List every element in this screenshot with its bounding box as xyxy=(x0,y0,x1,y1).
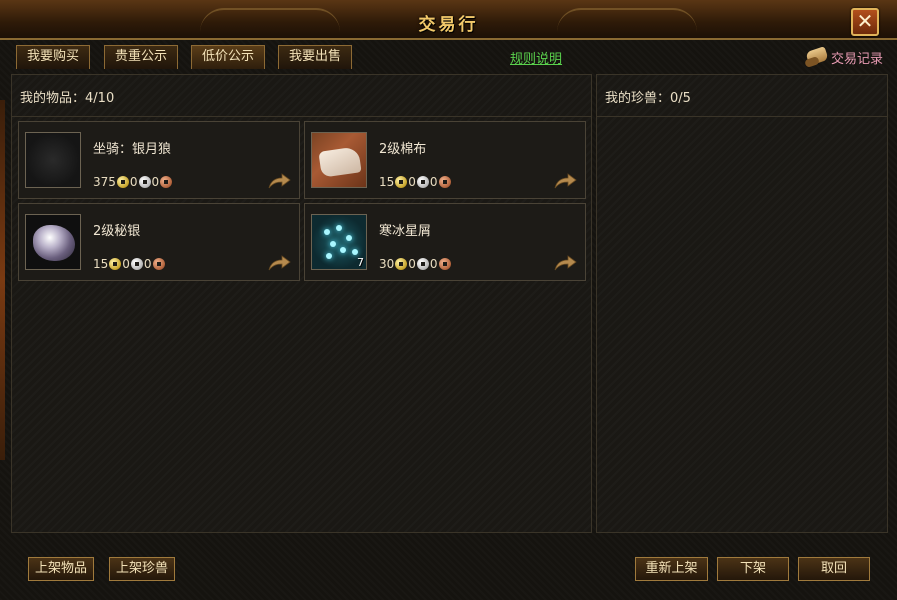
gold-coin-icon xyxy=(116,176,129,188)
copper-coin-icon xyxy=(438,176,451,188)
tab-low-price-notice[interactable]: 低价公示 xyxy=(191,45,266,69)
item-name: 寒冰星屑 xyxy=(379,224,432,239)
tab-sell[interactable]: 我要出售 xyxy=(278,45,353,69)
item-name: 2级秘银 xyxy=(93,224,141,239)
tab-valuable-notice[interactable]: 贵重公示 xyxy=(104,45,179,69)
my-items-panel: 我的物品：4/10 坐骑：银月狼 375 0 0 2级棉布 15 0 0 2级秘… xyxy=(11,74,592,533)
price-silver: 0 xyxy=(408,257,416,271)
price-copper: 0 xyxy=(429,257,438,271)
share-arrow-icon[interactable] xyxy=(553,254,577,272)
silver-coin-icon xyxy=(130,258,143,270)
my-items-header: 我的物品：4/10 xyxy=(12,75,591,117)
item-name: 坐骑：银月狼 xyxy=(93,142,172,157)
relist-button[interactable]: 重新上架 xyxy=(635,557,708,581)
my-pets-label: 我的珍兽 xyxy=(605,91,658,106)
item-price: 15 0 0 xyxy=(93,256,166,272)
list-item-button[interactable]: 上架物品 xyxy=(28,557,95,581)
price-silver: 0 xyxy=(408,175,416,189)
price-copper: 0 xyxy=(151,175,160,189)
price-gold: 15 xyxy=(379,175,395,189)
silver-coin-icon xyxy=(416,258,429,270)
share-arrow-icon[interactable] xyxy=(267,254,291,272)
item-name: 2级棉布 xyxy=(379,142,427,157)
my-pets-count: 0/5 xyxy=(670,91,691,106)
price-silver: 0 xyxy=(122,257,130,271)
silver-coin-icon xyxy=(416,176,429,188)
item-card-cloth[interactable]: 2级棉布 15 0 0 xyxy=(304,121,586,199)
scroll-icon xyxy=(804,46,829,68)
my-items-count: 4/10 xyxy=(85,91,115,106)
retrieve-button[interactable]: 取回 xyxy=(798,557,870,581)
item-card-mithril[interactable]: 2级秘银 15 0 0 xyxy=(18,203,300,281)
copper-coin-icon xyxy=(160,176,173,188)
silver-coin-icon xyxy=(138,176,151,188)
trade-record-label: 交易记录 xyxy=(830,51,883,67)
item-card-ice-stardust[interactable]: 7 寒冰星屑 30 0 0 xyxy=(304,203,586,281)
mount-icon xyxy=(25,132,81,188)
item-card-mount[interactable]: 坐骑：银月狼 375 0 0 xyxy=(18,121,300,199)
my-pets-header: 我的珍兽：0/5 xyxy=(597,75,887,117)
window-edge-decoration xyxy=(0,100,5,460)
share-arrow-icon[interactable] xyxy=(267,172,291,190)
price-gold: 15 xyxy=(93,257,109,271)
item-price: 30 0 0 xyxy=(379,256,452,272)
trade-window: 交易行 ✕ 我要购买 贵重公示 低价公示 我要出售 规则说明 交易记录 我的物品… xyxy=(0,0,897,600)
item-price: 15 0 0 xyxy=(379,174,452,190)
item-quantity: 7 xyxy=(357,256,364,269)
rules-link[interactable]: 规则说明 xyxy=(510,48,562,67)
my-items-separator: ： xyxy=(72,91,86,106)
share-arrow-icon[interactable] xyxy=(553,172,577,190)
close-button[interactable]: ✕ xyxy=(851,8,879,36)
gold-coin-icon xyxy=(395,176,408,188)
price-copper: 0 xyxy=(143,257,152,271)
copper-coin-icon xyxy=(152,258,165,270)
gold-coin-icon xyxy=(395,258,408,270)
price-silver: 0 xyxy=(129,175,138,189)
copper-coin-icon xyxy=(438,258,451,270)
cloth-icon xyxy=(311,132,367,188)
gold-coin-icon xyxy=(109,258,122,270)
item-price: 375 0 0 xyxy=(93,174,173,190)
delist-button[interactable]: 下架 xyxy=(717,557,789,581)
ice-stardust-icon: 7 xyxy=(311,214,367,270)
my-pets-panel: 我的珍兽：0/5 xyxy=(596,74,888,533)
mithril-ore-icon xyxy=(25,214,81,270)
window-title: 交易行 xyxy=(418,15,479,35)
tab-buy[interactable]: 我要购买 xyxy=(16,45,91,69)
price-copper: 0 xyxy=(429,175,438,189)
price-gold: 375 xyxy=(93,175,116,189)
price-gold: 30 xyxy=(379,257,395,271)
title-bar: 交易行 ✕ xyxy=(0,0,897,40)
my-items-label: 我的物品 xyxy=(20,91,73,106)
my-pets-separator: ： xyxy=(657,91,671,106)
trade-record-button[interactable]: 交易记录 xyxy=(804,44,883,70)
list-pet-button[interactable]: 上架珍兽 xyxy=(109,557,176,581)
